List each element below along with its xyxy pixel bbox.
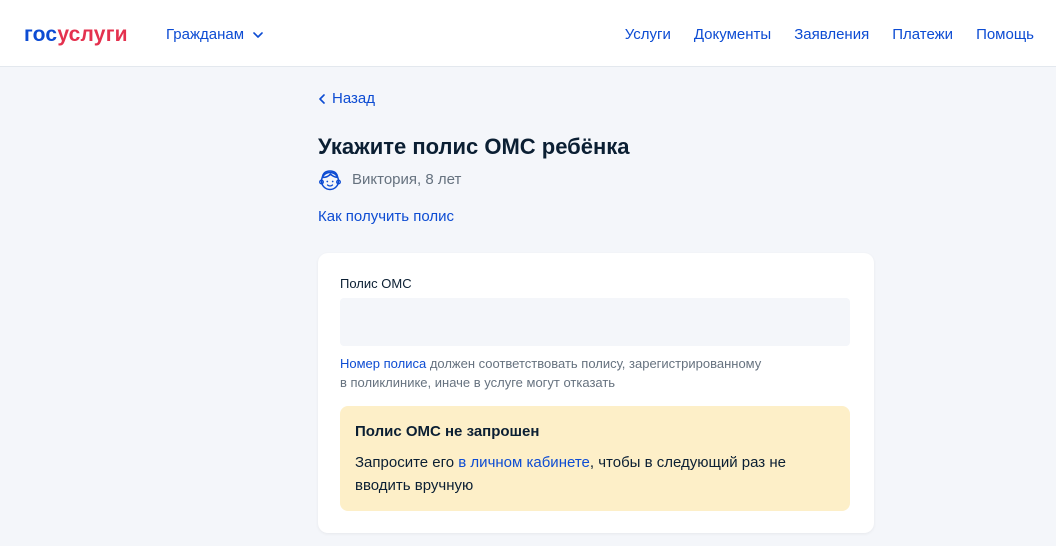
child-name-age: Виктория, 8 лет xyxy=(352,171,462,188)
policy-form-card: Полис ОМС Номер полиса должен соответств… xyxy=(318,253,874,533)
how-to-get-policy-link[interactable]: Как получить полис xyxy=(318,207,454,227)
back-label: Назад xyxy=(332,90,375,107)
notice-title: Полис ОМС не запрошен xyxy=(355,423,540,440)
page-title: Укажите полис ОМС ребёнка xyxy=(318,134,630,159)
policy-hint: Номер полиса должен соответствовать поли… xyxy=(340,354,810,392)
notice-text-before: Запросите его xyxy=(355,454,459,471)
audience-label: Гражданам xyxy=(166,26,245,43)
gosuslugi-logo[interactable]: госуслуги xyxy=(24,22,128,48)
chevron-down-icon xyxy=(252,29,264,41)
policy-number-link[interactable]: Номер полиса xyxy=(340,356,426,371)
top-header: госуслуги Гражданам Услуги Документы Зая… xyxy=(0,0,1056,67)
policy-field-label: Полис ОМС xyxy=(340,276,412,291)
main-nav: Услуги Документы Заявления Платежи Помощ… xyxy=(625,25,1034,45)
nav-item-services[interactable]: Услуги xyxy=(625,25,671,45)
nav-item-payments[interactable]: Платежи xyxy=(892,25,953,45)
personal-account-link[interactable]: в личном кабинете xyxy=(458,454,590,471)
policy-not-requested-notice: Полис ОМС не запрошен Запросите его в ли… xyxy=(340,406,850,511)
policy-number-input[interactable] xyxy=(340,298,850,346)
logo-part-uslugi: услуги xyxy=(57,23,128,46)
nav-item-documents[interactable]: Документы xyxy=(694,25,771,45)
notice-text: Запросите его в личном кабинете, чтобы в… xyxy=(355,451,835,497)
child-info: Виктория, 8 лет xyxy=(318,168,461,192)
hint-text-line2: в поликлинике, иначе в услуге могут отка… xyxy=(340,375,616,390)
logo-part-gos: гос xyxy=(24,23,58,46)
nav-item-applications[interactable]: Заявления xyxy=(794,25,869,45)
hint-text-line1: должен соответствовать полису, зарегистр… xyxy=(426,356,762,371)
chevron-left-icon xyxy=(318,94,326,104)
child-avatar-icon xyxy=(318,168,342,192)
back-link[interactable]: Назад xyxy=(318,89,375,109)
audience-dropdown[interactable]: Гражданам xyxy=(166,25,264,45)
nav-item-help[interactable]: Помощь xyxy=(976,25,1034,45)
